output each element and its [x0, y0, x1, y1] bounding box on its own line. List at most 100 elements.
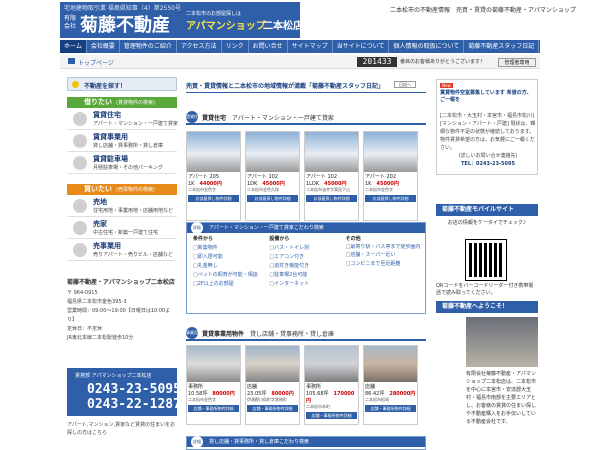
search-header: 詳細 アパート・マンション・一戸建て貸家こだわり検索 — [187, 222, 425, 234]
site-tagline: 二本松市の不動産情報 売買・賃貸の菊藤不動産・アパマンショップ — [390, 7, 576, 14]
phone-number-2[interactable]: 0243-22-1287 — [87, 397, 181, 412]
search-option[interactable]: 駐車場2台可能 — [269, 271, 345, 280]
section-title: 賃貸事業用物件 — [202, 331, 245, 338]
property-card[interactable]: アパート 205 1K 44000円 二本松市金色字 お部屋探し物件詳細 — [186, 131, 241, 221]
ad-heading: 賃貸物件空室募集しています 希望の方、ご一報を — [440, 90, 532, 103]
home-icon — [68, 58, 75, 64]
vacancy-ad[interactable]: New 賃貸物件空室募集しています 希望の方、ご一報を [二本松市・大玉村・本宮… — [436, 79, 538, 175]
company-info: 菊藤不動産・アパマンショップ二本松店 〒 964-0915 福島県二本松市金色3… — [67, 275, 177, 343]
station-access: JR東北本線二本松駅徒歩10分 — [67, 335, 134, 341]
section-badge: 賃貸住宅 — [186, 111, 198, 131]
new-badge: New — [440, 83, 453, 88]
property-address: 二本松市金色久保 — [247, 187, 279, 192]
property-name: アパート 102 — [247, 174, 279, 180]
property-card[interactable]: アパート 202 1K 45000円 二本松市金色字 お部屋探し物件詳細 — [363, 131, 418, 221]
nav-home[interactable]: ホーム — [60, 40, 87, 53]
property-name: 店舗 — [247, 384, 258, 390]
nav-company[interactable]: 会社概要 — [87, 40, 120, 53]
sidebar-item-rental-housing[interactable]: 賃貸住宅 アパート・マンション・一戸建て貸家 — [67, 108, 178, 130]
property-card[interactable]: アパート 102 1DK 45000円 二本松市金色久保 お部屋探し物件詳細 — [245, 131, 300, 221]
search-header[interactable]: 詳細 貸し店舗・貸事務所・貸し倉庫こだわり検索 — [187, 436, 425, 448]
sidebar-item-house-sale[interactable]: 売家 中古住宅・新築一戸建て住宅 — [67, 217, 177, 239]
property-detail-button[interactable]: お部屋探し物件詳細 — [306, 195, 357, 202]
house-icon — [73, 221, 87, 235]
nav-links[interactable]: リンク — [222, 40, 249, 53]
nav-access[interactable]: アクセス方法 — [177, 40, 222, 53]
search-option[interactable]: 最寄り駅・バス停まで徒歩圏内 — [346, 244, 422, 251]
search-option[interactable]: インターネット — [269, 280, 345, 289]
buy-category: 買いたい (売買物件の検索) 売地 住宅用地・事業用地・店舗用地など 売家 中古住宅・… — [67, 184, 177, 261]
property-photo — [364, 346, 417, 382]
property-detail-button[interactable]: 店舗・事務所物件詳細 — [247, 405, 298, 412]
business-card[interactable]: 店舗 23.05坪 80000円 伊達郡川俣町字鉄砲町 店舗・事務所物件詳細 — [245, 345, 300, 425]
qr-code-icon — [465, 239, 507, 281]
property-name: 事務所 — [306, 384, 322, 390]
about-text: 有限会社菊藤不動産・アパマンショップ二本松店は、二本松市を中心に本宮市・安達郡大… — [466, 371, 537, 425]
nav-sitemap[interactable]: サイトマップ — [288, 40, 333, 53]
holiday: 定休日：不定休 — [67, 326, 103, 332]
search-option[interactable]: 新築物件 — [193, 244, 269, 253]
address: 福島県二本松市金色395-3 — [67, 299, 127, 305]
qr-note: QRコードをバーコードリーダー付き携帯電話で読み取ってください。 — [436, 283, 534, 296]
search-option[interactable]: 追炊き機能付き — [269, 262, 345, 271]
sidebar-item-parking[interactable]: 賃貸駐車場 月極駐車場・その他パーキング — [67, 152, 177, 174]
search-option[interactable]: 礼金無し — [193, 262, 269, 271]
rent-category: 借りたい (賃貸物件の検索) 賃貸住宅 アパート・マンション・一戸建て貸家 賃貸事業… — [67, 97, 178, 174]
shop-tagline: 二本松市のお部屋探しは — [186, 11, 242, 17]
search-other: その他 最寄り駅・バス停まで徒歩圏内 店舗・スーパー近い コンビニまで至近距離 — [346, 235, 422, 289]
contact-box: 賃貸部 アパマンショップ二本松店 0243-23-5095 0243-22-12… — [67, 368, 181, 416]
section-subtitle: アパート・マンション・一戸建て貸家 — [232, 115, 334, 122]
nav-managed[interactable]: 管理物件のご紹介 — [120, 40, 177, 53]
property-detail-button[interactable]: お部屋探し物件詳細 — [365, 195, 416, 202]
company-type: 有限会社 — [64, 15, 77, 30]
staff-photo — [466, 317, 538, 367]
sidebar-item-rental-business[interactable]: 賃貸事業用 貸し店舗・貸事務所・貸し倉庫 — [67, 130, 177, 152]
residential-section-header: 賃貸住宅 賃貸住宅 アパート・マンション・一戸建て貸家 — [186, 111, 426, 131]
search-option[interactable]: 2F以上のお部屋 — [193, 280, 269, 289]
land-icon — [73, 199, 87, 213]
search-option[interactable]: エアコン付き — [269, 253, 345, 262]
nav-about-site[interactable]: 当サイトについて — [333, 40, 390, 53]
main-nav: ホーム 会社概要 管理物件のご紹介 アクセス方法 リンク お問い合せ サイトマッ… — [60, 40, 540, 53]
property-photo — [364, 132, 417, 172]
search-option[interactable]: ペットの飼育が可能・相談 — [193, 271, 269, 280]
business-card[interactable]: 事務所 10.58坪 80000円 二本松市金色字 店舗・事務所物件詳細 — [186, 345, 241, 425]
company-name: 菊藤不動産 — [80, 15, 170, 36]
car-icon — [73, 156, 87, 170]
search-option[interactable]: バス・トイレ別 — [269, 244, 345, 253]
admin-button[interactable]: 管理者専用 — [498, 58, 536, 67]
shop-name: アパマンショップ — [186, 21, 266, 32]
search-option[interactable]: 店舗・スーパー近い — [346, 251, 422, 260]
mobile-note: お店の情報をケータイでチェック♪ — [447, 220, 527, 226]
property-photo — [246, 132, 299, 172]
property-detail-button[interactable]: 店舗・事務所物件詳細 — [188, 405, 239, 412]
nav-privacy[interactable]: 個人情報の取扱について — [389, 40, 465, 53]
property-name: アパート 202 — [365, 174, 397, 180]
property-address: 伊達郡川俣町字鉄砲町 — [247, 397, 287, 402]
search-badge: 詳細 — [191, 222, 203, 234]
search-option[interactable]: コンビニまで至近距離 — [346, 260, 422, 269]
phone-number-1[interactable]: 0243-23-5095 — [87, 382, 181, 397]
property-address: 二本松市金色字 — [365, 187, 393, 192]
property-detail-button[interactable]: お部屋探し物件詳細 — [188, 195, 239, 202]
business-card[interactable]: 事務所 105.68坪 170000円 二本松市本町 店舗・事務所物件詳細 — [304, 345, 359, 425]
nav-contact[interactable]: お問い合せ — [249, 40, 288, 53]
rent-header: 借りたい (賃貸物件の検索) — [67, 97, 177, 108]
property-name: 事務所 — [188, 384, 204, 390]
sidebar-footnote: アパート,マンション,賃家など賃貸の住まいをお探しの方はこちら — [67, 422, 176, 436]
nav-staff-diary[interactable]: 菊藤不動産スタッフ日記 — [464, 40, 540, 53]
search-option[interactable]: 即入居可能 — [193, 253, 269, 262]
sidebar-item-business-sale[interactable]: 売事業用 売りアパート・売りビル・店舗など — [67, 239, 177, 261]
sidebar-item-land[interactable]: 売地 住宅用地・事業用地・店舗用地など — [67, 195, 177, 217]
property-detail-button[interactable]: 店舗・事務所物件詳細 — [306, 412, 357, 419]
breadcrumb[interactable]: トップページ — [78, 58, 114, 67]
diary-notice[interactable]: 売買・賃貸情報と二本松市の地域情報が満載「菊藤不動産スタッフ日記」 — [186, 81, 426, 93]
business-card[interactable]: 店舗 86.42坪 280000円 二本松市松岡 店舗・事務所物件詳細 — [363, 345, 418, 425]
property-card[interactable]: アパート 102 1LDK 45000円 二本松市油井字東田下山 お部屋探し物件… — [304, 131, 359, 221]
welcome-header: 菊藤不動産へようこそ！ — [436, 301, 538, 313]
brand-logo[interactable]: 宅地建物取引業 福島県知事（4）第2550号 有限会社 菊藤不動産 二本松市のお… — [60, 2, 303, 38]
property-detail-button[interactable]: 店舗・事務所物件詳細 — [365, 405, 416, 412]
property-detail-button[interactable]: お部屋探し物件詳細 — [247, 195, 298, 202]
diary-button[interactable]: 日記へ — [394, 81, 416, 88]
section-badge: 事業用 — [186, 327, 198, 339]
